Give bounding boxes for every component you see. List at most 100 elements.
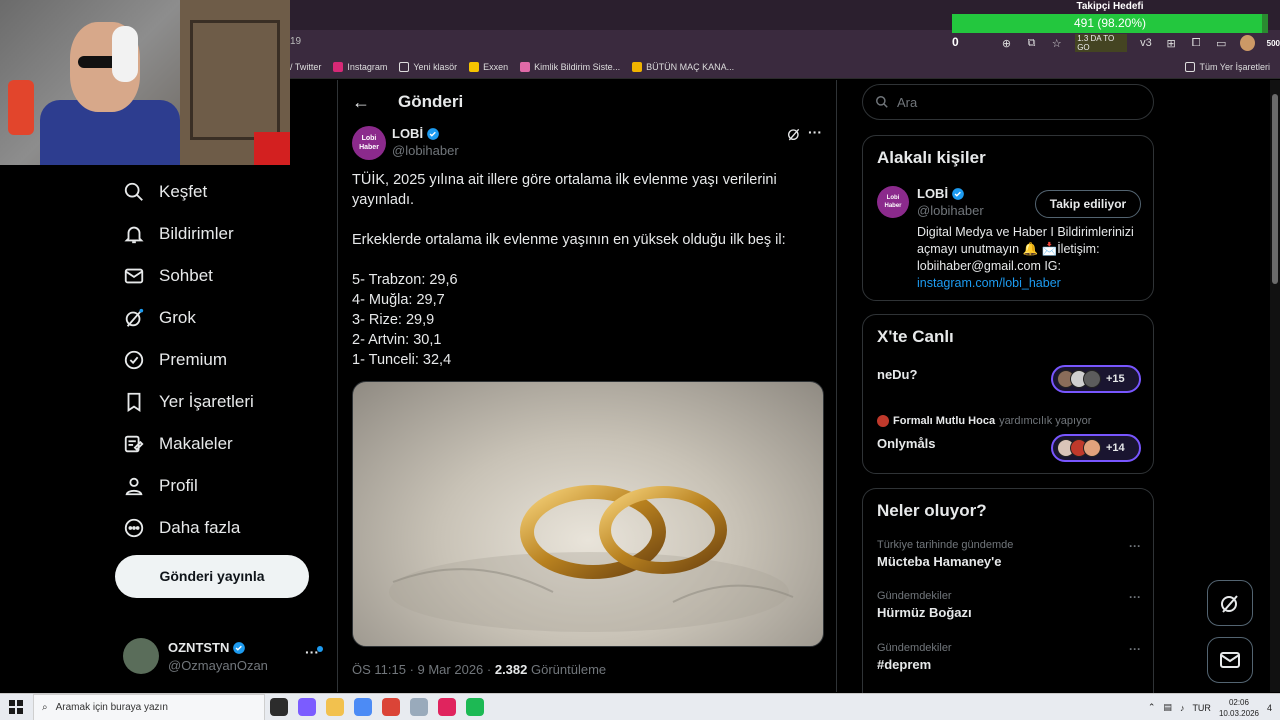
clock[interactable]: 02:06 10.03.2026 [1219, 697, 1259, 719]
zoom-icon[interactable]: ⊕ [1000, 37, 1013, 50]
related-avatar[interactable]: Lobi Haber [877, 186, 909, 218]
logo-text-line2: Haber [884, 203, 902, 209]
author-handle[interactable]: @lobihaber [392, 143, 459, 158]
windows-start-icon[interactable] [9, 700, 23, 714]
verified-badge-icon [952, 187, 964, 200]
nav-label: Premium [159, 350, 228, 369]
bookmark-twitter[interactable]: / Twitter [290, 62, 321, 72]
grok-float-button[interactable] [1207, 580, 1253, 626]
live-space-nedu[interactable]: neDu? +15 [877, 365, 1141, 393]
author-name: LOBİ [392, 126, 424, 141]
nav-item-grok[interactable]: Grok [115, 297, 325, 339]
copilot-icon[interactable] [298, 698, 316, 716]
nav-item-premium[interactable]: Premium [115, 339, 325, 381]
trend-more-icon[interactable]: ··· [1129, 539, 1141, 553]
trend-topic: #deprem [877, 657, 932, 672]
notification-count[interactable]: 4 [1267, 703, 1272, 713]
back-arrow-icon[interactable]: ← [352, 92, 372, 113]
nav-label: Sohbet [159, 266, 213, 285]
messages-float-button[interactable] [1207, 637, 1253, 683]
taskbar-search[interactable]: ⌕ Aramak için buraya yazın [33, 694, 265, 720]
taskbar-search-placeholder: Aramak için buraya yazın [55, 702, 168, 713]
post-subtitle: Erkeklerde ortalama ilk evlenme yaşının … [352, 232, 786, 248]
author-name-row[interactable]: LOBİ [392, 126, 440, 141]
post-more-icon[interactable]: ··· [808, 124, 822, 140]
exxen-icon [469, 61, 480, 72]
bio-link[interactable]: instagram.com/lobi_haber [917, 276, 1061, 290]
listener-count: +14 [1106, 442, 1125, 454]
article-icon [124, 435, 144, 453]
related-name-row[interactable]: LOBİ [917, 186, 965, 201]
clock-date: 10.03.2026 [1218, 708, 1259, 718]
post-header: ← Gönderi [338, 80, 836, 124]
puzzle-icon[interactable]: ⧠ [1190, 37, 1203, 50]
all-bookmarks[interactable]: Tüm Yer İşaretleri [1185, 61, 1270, 72]
extension-donation-badge[interactable]: 1.3 DA TO GO [1075, 34, 1128, 52]
author-avatar[interactable]: Lobi Haber [352, 126, 386, 160]
logo-text-line1: Lobi [886, 195, 900, 201]
related-handle[interactable]: @lobihaber [917, 203, 984, 218]
nav-item-chat[interactable]: Sohbet [115, 255, 325, 297]
bookmark-folder[interactable]: Yeni klasör [399, 61, 458, 72]
space-listeners-pill[interactable]: +14 [1051, 434, 1141, 462]
search-icon [876, 96, 888, 108]
goal-remaining [1262, 14, 1268, 33]
host-suffix: yardımcılık yapıyor [999, 415, 1092, 427]
extension-icon[interactable]: ⊞ [1165, 37, 1178, 50]
grok-icon [1221, 595, 1238, 613]
trend-item[interactable]: Gündemdekiler Hürmüz Boğazı ··· [877, 590, 1141, 620]
task-view-icon[interactable] [270, 698, 288, 716]
search-input[interactable] [897, 94, 1137, 110]
lamp [8, 80, 34, 135]
trend-more-icon[interactable]: ··· [1129, 590, 1141, 604]
post-button[interactable]: Gönderi yayınla [115, 555, 309, 598]
nav-item-bookmarks[interactable]: Yer İşaretleri [115, 381, 325, 423]
nav-item-profile[interactable]: Profil [115, 465, 325, 507]
scrollbar-thumb[interactable] [1272, 94, 1278, 284]
sidebar-icon[interactable]: ▭ [1215, 37, 1228, 50]
bookmark-label: Yeni klasör [413, 61, 458, 72]
related-people-card: Alakalı kişiler Lobi Haber LOBİ @lobihab… [862, 135, 1154, 301]
bookmark-mac-kanal[interactable]: BÜTÜN MAÇ KANA... [632, 61, 734, 72]
page-title: Gönderi [398, 92, 464, 111]
lang-indicator[interactable]: TUR [1192, 703, 1211, 713]
nav-item-more[interactable]: Daha fazla [115, 507, 325, 549]
account-switcher[interactable]: OZNTSTN @OzmayanOzan ··· [123, 638, 328, 674]
nav-item-articles[interactable]: Makaleler [115, 423, 325, 465]
nav-item-explore[interactable]: Keşfet [115, 171, 325, 213]
nav-item-notifications[interactable]: Bildirimler [115, 213, 325, 255]
network-icon[interactable]: ▤ [1163, 702, 1172, 713]
search-box[interactable] [862, 84, 1154, 120]
profile-avatar[interactable] [1239, 35, 1255, 51]
trends-title: Neler oluyor? [877, 501, 987, 520]
store-icon[interactable] [354, 698, 372, 716]
page-scrollbar[interactable] [1270, 80, 1280, 692]
bookmark-icon [127, 392, 141, 412]
chrome-icon[interactable] [382, 698, 400, 716]
goal-progress-bar: 491 (98.20%) [952, 14, 1268, 33]
obs-icon[interactable] [438, 698, 456, 716]
bookmark-kimlik[interactable]: Kimlik Bildirim Siste... [520, 61, 620, 72]
trend-item[interactable]: Türkiye tarihinde gündemde Mücteba Haman… [877, 539, 1141, 569]
file-explorer-icon[interactable] [326, 698, 344, 716]
grok-icon[interactable] [786, 126, 802, 142]
pen-app-icon[interactable] [410, 698, 428, 716]
following-button[interactable]: Takip ediliyor [1035, 190, 1141, 218]
post-image-wedding-rings[interactable] [352, 381, 824, 647]
cast-icon[interactable]: ⧉ [1025, 37, 1038, 50]
star-icon[interactable]: ☆ [1050, 37, 1063, 50]
extension-v3[interactable]: v3 [1139, 37, 1152, 49]
bookmark-instagram[interactable]: Instagram [333, 61, 387, 72]
chevron-up-icon[interactable]: ⌃ [1148, 702, 1156, 713]
nav-label: Daha fazla [159, 518, 241, 537]
trend-more-icon[interactable]: ··· [1129, 642, 1141, 656]
trend-item[interactable]: Gündemdekiler #deprem ··· [877, 642, 1141, 672]
post-timestamp[interactable]: ÖS 11:15 · 9 Mar 2026 · [352, 662, 495, 677]
view-label: Görüntüleme [527, 662, 607, 677]
space-listeners-pill[interactable]: +15 [1051, 365, 1141, 393]
instagram-icon [333, 61, 344, 72]
app-icon[interactable] [466, 698, 484, 716]
live-space-onlymals[interactable]: Onlymåls +14 [877, 434, 1141, 462]
bookmark-exxen[interactable]: Exxen [469, 61, 508, 72]
volume-icon[interactable]: ♪ [1180, 703, 1185, 713]
